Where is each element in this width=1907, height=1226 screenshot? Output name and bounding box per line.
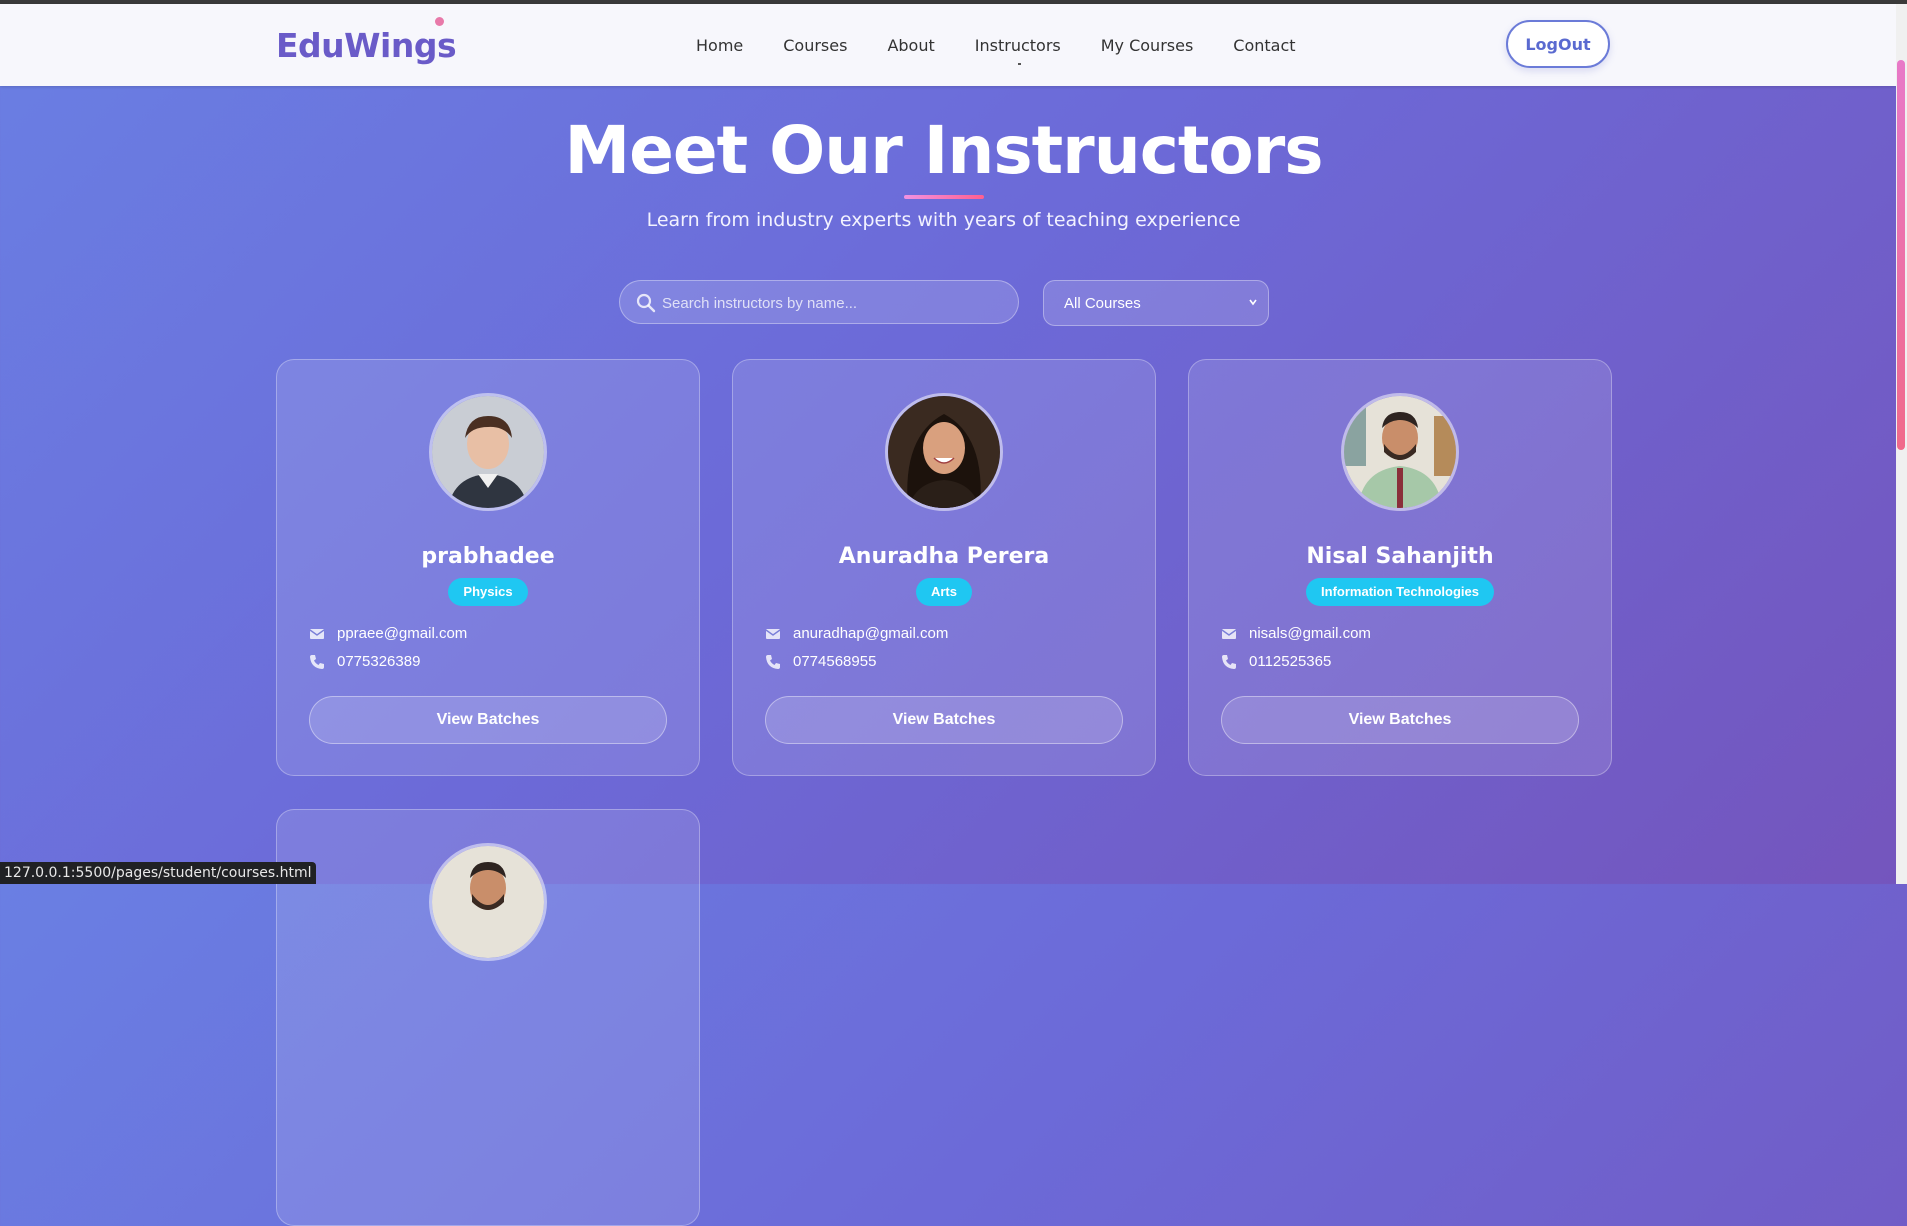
instructor-phone: 0774568955 bbox=[793, 653, 877, 670]
instructor-card bbox=[276, 809, 700, 1226]
instructor-name: Anuradha Perera bbox=[838, 544, 1050, 569]
instructor-email: ppraee@gmail.com bbox=[337, 625, 468, 642]
search-icon bbox=[636, 293, 656, 313]
phone-row: 0775326389 bbox=[309, 653, 420, 670]
scrollbar-thumb[interactable] bbox=[1897, 60, 1905, 450]
nav-links: Home Courses About Instructors My Course… bbox=[696, 36, 1336, 65]
instructor-email: anuradhap@gmail.com bbox=[793, 625, 949, 642]
instructor-avatar bbox=[429, 843, 547, 961]
envelope-icon bbox=[309, 628, 325, 639]
email-row: ppraee@gmail.com bbox=[309, 625, 467, 642]
instructor-card: prabhadee Physics ppraee@gmail.com 07753… bbox=[276, 359, 700, 776]
subject-badge: Information Technologies bbox=[1306, 578, 1494, 606]
top-navbar: EduWings Home Courses About Instructors … bbox=[0, 4, 1896, 86]
course-filter-select[interactable]: All Courses bbox=[1043, 280, 1269, 326]
email-row: anuradhap@gmail.com bbox=[765, 625, 948, 642]
envelope-icon bbox=[765, 628, 781, 639]
view-batches-button[interactable]: View Batches bbox=[1221, 696, 1579, 744]
instructor-avatar bbox=[429, 393, 547, 511]
instructor-card: Nisal Sahanjith Information Technologies… bbox=[1188, 359, 1612, 776]
page-subtitle: Learn from industry experts with years o… bbox=[646, 209, 1241, 231]
phone-icon bbox=[766, 654, 780, 669]
nav-link-home[interactable]: Home bbox=[696, 36, 743, 55]
logout-button[interactable]: LogOut bbox=[1506, 20, 1610, 68]
logo-dot bbox=[435, 17, 444, 26]
nav-link-my-courses[interactable]: My Courses bbox=[1101, 36, 1194, 55]
instructor-phone: 0112525365 bbox=[1249, 653, 1332, 670]
view-batches-button[interactable]: View Batches bbox=[309, 696, 667, 744]
phone-row: 0774568955 bbox=[765, 653, 876, 670]
site-logo[interactable]: EduWings bbox=[276, 26, 457, 65]
instructor-name: prabhadee bbox=[421, 544, 555, 569]
view-batches-button[interactable]: View Batches bbox=[765, 696, 1123, 744]
page-title: Meet Our Instructors bbox=[564, 112, 1323, 189]
subject-badge: Arts bbox=[915, 578, 972, 606]
phone-row: 0112525365 bbox=[1221, 653, 1331, 670]
browser-status-url: 127.0.0.1:5500/pages/student/courses.htm… bbox=[0, 862, 316, 884]
subject-badge: Physics bbox=[448, 578, 528, 606]
course-filter-value: All Courses bbox=[1064, 294, 1141, 312]
nav-link-courses[interactable]: Courses bbox=[783, 36, 847, 55]
instructor-avatar bbox=[885, 393, 1003, 511]
instructor-name: Nisal Sahanjith bbox=[1306, 544, 1494, 569]
phone-icon bbox=[310, 654, 324, 669]
nav-link-about[interactable]: About bbox=[887, 36, 934, 55]
nav-link-instructors[interactable]: Instructors bbox=[975, 36, 1061, 65]
email-row: nisals@gmail.com bbox=[1221, 625, 1371, 642]
phone-icon bbox=[1222, 654, 1236, 669]
chevron-down-icon bbox=[1249, 299, 1257, 306]
instructor-email: nisals@gmail.com bbox=[1249, 625, 1371, 642]
instructor-avatar bbox=[1341, 393, 1459, 511]
search-box[interactable] bbox=[619, 280, 1019, 325]
instructor-card: Anuradha Perera Arts anuradhap@gmail.com… bbox=[732, 359, 1156, 776]
envelope-icon bbox=[1221, 628, 1237, 639]
search-input[interactable] bbox=[660, 281, 1004, 325]
title-underline bbox=[904, 195, 984, 199]
instructor-phone: 0775326389 bbox=[337, 653, 421, 670]
nav-link-contact[interactable]: Contact bbox=[1233, 36, 1295, 55]
